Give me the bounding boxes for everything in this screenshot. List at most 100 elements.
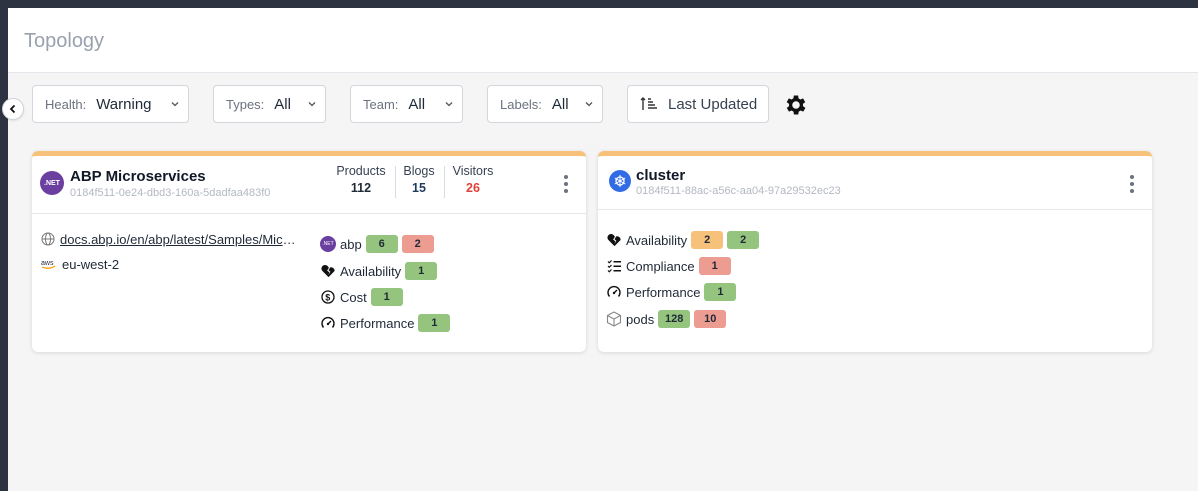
card-header: cluster 0184f511-88ac-a56c-aa04-97a29532… xyxy=(598,156,1152,210)
chevron-left-icon xyxy=(9,104,16,114)
team-filter[interactable]: Team: All xyxy=(350,85,463,123)
card-title[interactable]: ABP Microservices xyxy=(70,168,206,185)
check-row-performance[interactable]: Performance 1 xyxy=(606,282,737,302)
check-row-pods[interactable]: pods 128 10 xyxy=(606,309,727,329)
property-link[interactable]: docs.abp.io/en/abp/latest/Samples/Micros… xyxy=(40,229,296,249)
health-pill[interactable]: 2 xyxy=(401,235,434,253)
kebab-dot xyxy=(564,175,568,179)
stat-products: Products 112 xyxy=(334,164,388,195)
check-row-availability[interactable]: Availability 2 2 xyxy=(606,230,760,250)
left-rail xyxy=(0,8,8,491)
health-filter[interactable]: Health: Warning xyxy=(32,85,189,123)
check-label: Cost xyxy=(340,289,367,305)
card-id: 0184f511-0e24-dbd3-160a-5dadfaa483f0 xyxy=(70,187,271,199)
health-pill[interactable]: 10 xyxy=(694,310,727,328)
kebab-dot xyxy=(564,182,568,186)
property-region-text: eu-west-2 xyxy=(62,256,120,272)
kebab-dot xyxy=(1130,175,1134,179)
property-region: aws eu-west-2 xyxy=(40,254,119,274)
types-filter-label: Types: xyxy=(226,96,265,112)
checklist-icon xyxy=(606,258,622,274)
aws-icon: aws xyxy=(40,256,58,272)
chevron-down-icon xyxy=(171,102,179,107)
check-label: Availability xyxy=(340,263,402,279)
settings-button[interactable] xyxy=(783,92,809,118)
health-pill[interactable]: 1 xyxy=(405,262,438,280)
labels-filter-label: Labels: xyxy=(500,96,542,112)
check-row-performance[interactable]: Performance 1 xyxy=(320,313,451,333)
health-pill[interactable]: 1 xyxy=(698,257,731,275)
topology-card-abp[interactable]: .NET ABP Microservices 0184f511-0e24-dbd… xyxy=(32,151,586,352)
team-filter-value: All xyxy=(408,95,426,113)
sort-ascending-icon xyxy=(640,97,657,110)
check-label: Availability xyxy=(626,232,688,248)
dollar-icon: $ xyxy=(320,289,336,305)
broken-heart-icon xyxy=(320,263,336,279)
card-id: 0184f511-88ac-a56c-aa04-97a29532ec23 xyxy=(636,185,841,197)
broken-heart-icon xyxy=(606,232,622,248)
check-row-abp[interactable]: .NET abp 6 2 xyxy=(320,234,434,254)
health-pill[interactable]: 1 xyxy=(370,288,403,306)
stat-value: 112 xyxy=(350,181,372,195)
cube-icon xyxy=(606,311,622,327)
health-pill[interactable]: 2 xyxy=(691,231,724,249)
logo-text: .NET xyxy=(44,179,60,187)
page-title: Topology xyxy=(24,30,105,52)
kebab-dot xyxy=(1130,182,1134,186)
svg-text:$: $ xyxy=(325,293,330,303)
chevron-down-icon xyxy=(308,102,316,107)
stat-label: Products xyxy=(336,164,386,178)
collapse-sidebar-button[interactable] xyxy=(2,98,24,120)
card-header: .NET ABP Microservices 0184f511-0e24-dbd… xyxy=(32,156,586,214)
topology-card-cluster[interactable]: cluster 0184f511-88ac-a56c-aa04-97a29532… xyxy=(598,151,1152,352)
stat-visitors: Visitors 26 xyxy=(450,164,496,195)
health-pill[interactable]: 128 xyxy=(658,310,691,328)
dotnet-icon: .NET xyxy=(320,236,336,252)
stat-blogs: Blogs 15 xyxy=(401,164,437,195)
check-row-cost[interactable]: $ Cost 1 xyxy=(320,287,403,307)
check-row-compliance[interactable]: Compliance 1 xyxy=(606,256,731,276)
stat-label: Blogs xyxy=(403,164,435,178)
dotnet-icon: .NET xyxy=(40,171,64,195)
app-container: Topology Health: Warning Types: All Team… xyxy=(2,8,1198,491)
kebab-dot xyxy=(1130,189,1134,193)
types-filter[interactable]: Types: All xyxy=(213,85,326,123)
labels-filter-value: All xyxy=(551,95,569,113)
stat-label: Visitors xyxy=(452,164,494,178)
stat-value: 26 xyxy=(466,181,480,195)
svg-text:aws: aws xyxy=(41,260,54,267)
check-label: Performance xyxy=(626,284,701,300)
team-filter-label: Team: xyxy=(363,96,399,112)
check-label: Performance xyxy=(340,315,415,331)
health-pill[interactable]: 6 xyxy=(365,235,398,253)
types-filter-value: All xyxy=(274,95,291,113)
chevron-down-icon xyxy=(585,102,593,107)
health-pill[interactable]: 2 xyxy=(727,231,760,249)
check-row-availability[interactable]: Availability 1 xyxy=(320,261,438,281)
chevron-down-icon xyxy=(445,102,453,107)
speedometer-icon xyxy=(606,284,622,300)
kebab-dot xyxy=(564,189,568,193)
health-pill[interactable]: 1 xyxy=(704,283,737,301)
check-label: pods xyxy=(626,311,655,327)
kubernetes-icon xyxy=(609,170,631,192)
gear-icon xyxy=(786,95,806,115)
check-label: Compliance xyxy=(626,258,695,274)
speedometer-icon xyxy=(320,315,336,331)
check-label: abp xyxy=(340,236,362,252)
sort-button-label: Last Updated xyxy=(668,95,758,113)
card-menu-button[interactable] xyxy=(563,175,569,195)
health-filter-label: Health: xyxy=(45,96,87,112)
health-filter-value: Warning xyxy=(96,95,152,113)
labels-filter[interactable]: Labels: All xyxy=(487,85,603,123)
sort-button[interactable]: Last Updated xyxy=(627,85,769,123)
stat-divider xyxy=(395,166,396,198)
page-header: Topology xyxy=(8,8,1198,73)
card-title[interactable]: cluster xyxy=(636,167,685,184)
health-pill[interactable]: 1 xyxy=(418,314,451,332)
globe-icon xyxy=(40,231,56,247)
stat-divider xyxy=(444,166,445,198)
stat-value: 15 xyxy=(412,181,426,195)
card-menu-button[interactable] xyxy=(1129,175,1135,195)
property-link-text[interactable]: docs.abp.io/en/abp/latest/Samples/Micros… xyxy=(60,232,296,247)
